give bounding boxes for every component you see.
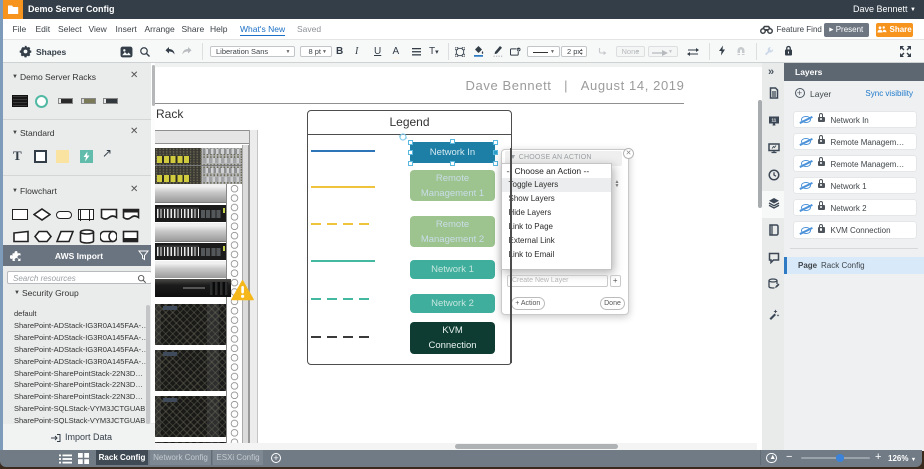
svg-text:11: 11 <box>771 118 776 123</box>
